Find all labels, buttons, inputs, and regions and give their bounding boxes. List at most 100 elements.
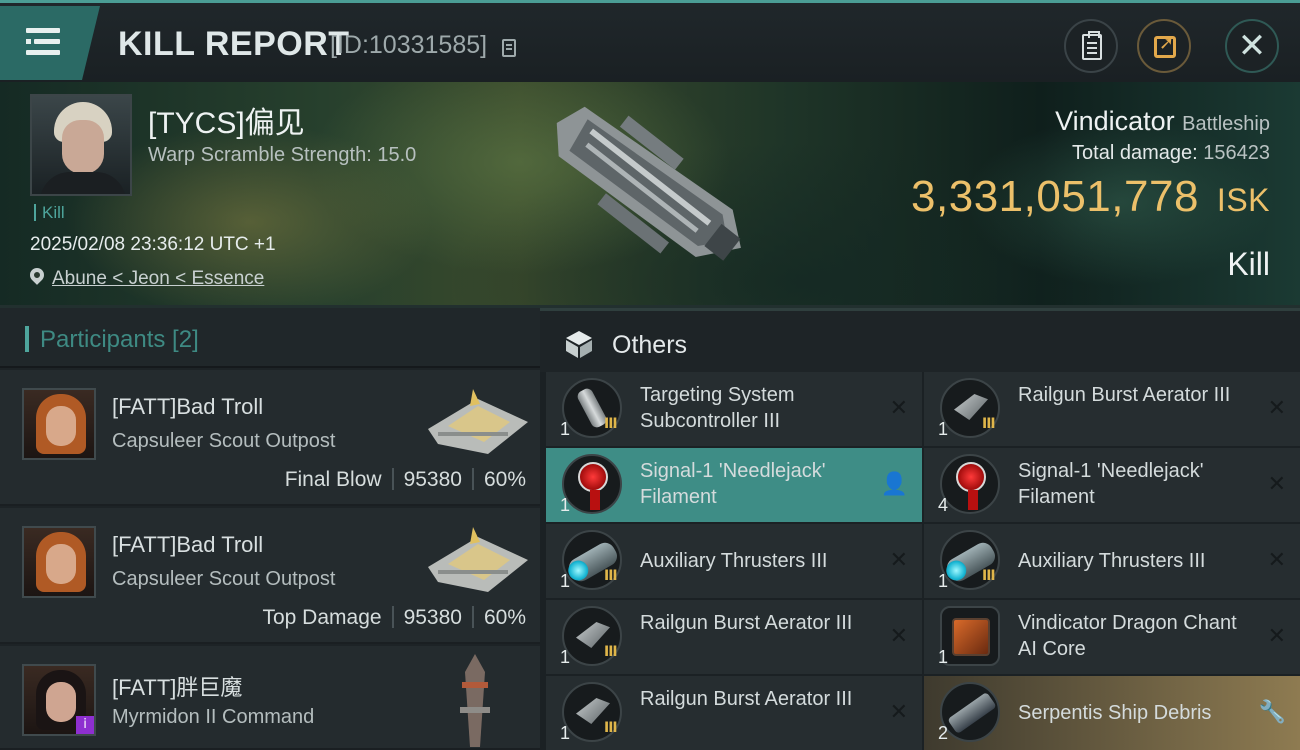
participant-avatar[interactable]: i bbox=[22, 664, 96, 736]
participant-percent: 60% bbox=[483, 606, 526, 629]
item-row[interactable]: III 1 Auxiliary Thrusters III ✕ bbox=[546, 524, 922, 598]
ship-name: Vindicator bbox=[1055, 106, 1175, 136]
item-row[interactable]: III 1 Railgun Burst Aerator III ✕ bbox=[546, 676, 922, 750]
participant-row[interactable]: i [FATT]胖巨魔 Myrmidon II Command bbox=[0, 646, 540, 750]
item-name: Targeting System Subcontroller III bbox=[640, 384, 795, 432]
close-button[interactable]: ✕ bbox=[1225, 19, 1279, 73]
menu-icon-dot bbox=[26, 39, 31, 44]
participant-row[interactable]: [FATT]Bad Troll Capsuleer Scout Outpost … bbox=[0, 508, 540, 644]
participant-percent: 60% bbox=[483, 468, 526, 491]
participants-panel: Participants [2] [FATT]Bad Troll Capsule… bbox=[0, 308, 540, 750]
tier-badge: III bbox=[604, 416, 618, 432]
item-row[interactable]: 4 Signal-1 'Needlejack' Filament ✕ bbox=[924, 448, 1300, 522]
item-quantity: 1 bbox=[938, 647, 949, 667]
item-quantity: 1 bbox=[560, 495, 571, 515]
participant-name: [FATT]胖巨魔 bbox=[112, 675, 243, 700]
participant-ship-image bbox=[428, 389, 528, 454]
item-name: Auxiliary Thrusters III bbox=[640, 550, 828, 572]
item-quantity: 1 bbox=[560, 723, 571, 743]
item-name: Railgun Burst Aerator III bbox=[640, 612, 853, 634]
item-name: Railgun Burst Aerator III bbox=[1018, 384, 1231, 406]
destroyed-x-icon: ✕ bbox=[889, 624, 908, 649]
item-name: Signal-1 'Needlejack' Filament bbox=[640, 460, 826, 508]
menu-button[interactable] bbox=[0, 6, 100, 80]
user-icon[interactable]: 👤 bbox=[881, 472, 908, 497]
item-name: Railgun Burst Aerator III bbox=[640, 688, 853, 710]
victim-avatar[interactable] bbox=[30, 94, 132, 196]
kill-id: [ID:10331585] bbox=[330, 31, 488, 59]
share-icon bbox=[1154, 33, 1176, 58]
destroyed-x-icon: ✕ bbox=[1267, 548, 1286, 573]
icon-art bbox=[956, 462, 986, 510]
total-damage-label: Total damage: bbox=[1072, 142, 1198, 164]
victim-name[interactable]: [TYCS]偏见 bbox=[148, 98, 305, 142]
tier-badge: III bbox=[604, 720, 618, 736]
isk-unit: ISK bbox=[1216, 182, 1270, 218]
icon-art bbox=[578, 462, 608, 510]
avatar-face bbox=[62, 120, 104, 174]
avatar-face bbox=[46, 544, 76, 584]
participant-ship: Capsuleer Scout Outpost bbox=[112, 568, 336, 590]
stat-divider bbox=[471, 468, 474, 490]
participant-role: Final Blow bbox=[284, 468, 382, 491]
filament-icon bbox=[940, 454, 1000, 514]
victim-ship-image bbox=[556, 106, 741, 261]
tier-badge: III bbox=[982, 416, 996, 432]
item-quantity: 1 bbox=[560, 571, 571, 591]
close-icon: ✕ bbox=[1237, 26, 1267, 66]
header-accent bbox=[25, 326, 29, 352]
item-row[interactable]: III 1 Targeting System Subcontroller III… bbox=[546, 372, 922, 446]
menu-icon-line bbox=[34, 39, 60, 44]
destroyed-x-icon: ✕ bbox=[1267, 624, 1286, 649]
participant-ship-image bbox=[460, 654, 490, 747]
copy-icon[interactable] bbox=[502, 39, 516, 57]
total-damage-value: 156423 bbox=[1203, 142, 1270, 164]
isk-value: 3,331,051,778 ISK bbox=[911, 172, 1270, 222]
item-row[interactable]: 1 Vindicator Dragon Chant AI Core ✕ bbox=[924, 600, 1300, 674]
item-quantity: 4 bbox=[938, 495, 949, 515]
participants-header: Participants [2] bbox=[0, 308, 540, 368]
menu-icon-line bbox=[26, 50, 60, 55]
item-quantity: 1 bbox=[560, 419, 571, 439]
participant-damage: 95380 bbox=[403, 468, 462, 491]
stat-divider bbox=[391, 606, 394, 628]
avatar-face bbox=[46, 682, 76, 722]
tier-badge: III bbox=[604, 644, 618, 660]
others-panel: Others III 1 Targeting System Subcontrol… bbox=[540, 308, 1300, 750]
ship-debris-icon bbox=[940, 682, 1000, 742]
item-row[interactable]: 1 Signal-1 'Needlejack' Filament 👤 bbox=[546, 448, 922, 522]
avatar-face bbox=[46, 406, 76, 446]
participant-ship: Myrmidon II Command bbox=[112, 706, 315, 728]
item-row[interactable]: 2 Serpentis Ship Debris 🔧 bbox=[924, 676, 1300, 750]
clipboard-icon bbox=[1082, 31, 1102, 60]
item-quantity: 1 bbox=[560, 647, 571, 667]
destroyed-x-icon: ✕ bbox=[889, 396, 908, 421]
location-pin-icon bbox=[27, 265, 47, 285]
item-row[interactable]: III 1 Railgun Burst Aerator III ✕ bbox=[924, 372, 1300, 446]
icon-art bbox=[947, 691, 997, 735]
menu-icon bbox=[26, 28, 60, 33]
destroyed-x-icon: ✕ bbox=[1267, 396, 1286, 421]
kill-tag: Kill bbox=[34, 204, 65, 221]
stat-divider bbox=[471, 606, 474, 628]
item-name: Vindicator Dragon Chant AI Core bbox=[1018, 612, 1237, 660]
kill-location-link[interactable]: Abune < Jeon < Essence bbox=[52, 268, 264, 290]
participant-damage: 95380 bbox=[403, 606, 462, 629]
participant-role: Top Damage bbox=[262, 606, 382, 629]
share-button[interactable] bbox=[1137, 19, 1191, 73]
participant-stats: Top Damage 95380 60% bbox=[262, 606, 526, 630]
wrench-icon[interactable]: 🔧 bbox=[1259, 700, 1286, 725]
participant-ship: Capsuleer Scout Outpost bbox=[112, 430, 336, 452]
participant-avatar[interactable] bbox=[22, 526, 96, 598]
top-bar: KILL REPORT [ID:10331585] ✕ bbox=[0, 0, 1300, 82]
others-header: Others bbox=[540, 308, 1300, 372]
participant-avatar[interactable] bbox=[22, 388, 96, 460]
ai-core-icon bbox=[940, 606, 1000, 666]
clipboard-button[interactable] bbox=[1064, 19, 1118, 73]
participant-row[interactable]: [FATT]Bad Troll Capsuleer Scout Outpost … bbox=[0, 370, 540, 506]
tier-badge: III bbox=[982, 568, 996, 584]
avatar-body bbox=[40, 172, 126, 194]
total-damage: Total damage: 156423 bbox=[1072, 142, 1270, 165]
item-row[interactable]: III 1 Railgun Burst Aerator III ✕ bbox=[546, 600, 922, 674]
item-row[interactable]: III 1 Auxiliary Thrusters III ✕ bbox=[924, 524, 1300, 598]
